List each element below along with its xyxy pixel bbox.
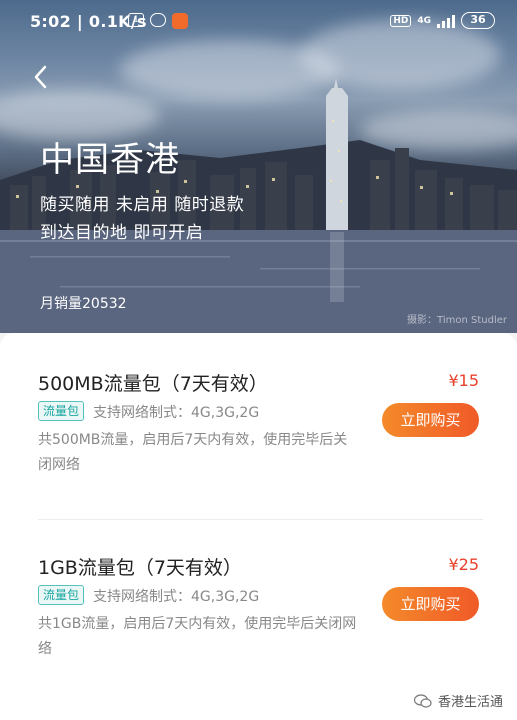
chevron-left-icon: [34, 65, 47, 89]
hero-banner: 5:02 | 0.1K/s 1 HD 4G 36 中国香港 随买随用 未启用 随…: [0, 0, 517, 333]
package-list: 500MB流量包（7天有效） ¥15 流量包 支持网络制式：4G,3G,2G 共…: [0, 333, 517, 720]
photo-credit: 摄影：Timon Studler: [407, 315, 507, 326]
network-support: 支持网络制式：4G,3G,2G: [93, 405, 260, 421]
battery-icon: 36: [461, 12, 495, 29]
data-package-badge: 流量包: [38, 585, 85, 605]
buy-now-button[interactable]: 立即购买: [382, 403, 479, 437]
watermark-label: 香港生活通: [437, 695, 503, 710]
network-support: 支持网络制式：4G,3G,2G: [93, 589, 260, 605]
package-price: ¥25: [448, 555, 479, 574]
hd-icon: HD: [390, 14, 412, 27]
package-item: 500MB流量包（7天有效） ¥15 流量包 支持网络制式：4G,3G,2G 共…: [38, 365, 483, 515]
app-notification-icon: [172, 13, 188, 29]
destination-title: 中国香港: [40, 140, 180, 180]
package-title: 500MB流量包（7天有效）: [38, 373, 268, 395]
signal-icon: [437, 14, 455, 28]
package-description: 共1GB流量，启用后7天内有效，使用完毕后关闭网络: [38, 616, 357, 657]
chat-icon: [150, 13, 166, 27]
watermark: 香港生活通: [413, 691, 503, 710]
status-notification-icons: 1: [128, 13, 188, 29]
status-right: HD 4G 36: [390, 12, 495, 29]
package-price: ¥15: [448, 371, 479, 390]
package-item: 1GB流量包（7天有效） ¥25 流量包 支持网络制式：4G,3G,2G 共1G…: [38, 549, 483, 699]
hero-subtitle: 到达目的地 即可开启: [40, 223, 204, 243]
status-bar: 5:02 | 0.1K/s 1 HD 4G 36: [0, 0, 517, 40]
sim-icon: 1: [128, 13, 144, 27]
package-title: 1GB流量包（7天有效）: [38, 557, 242, 579]
monthly-sales: 月销量20532: [40, 296, 127, 312]
network-type: 4G: [417, 15, 431, 26]
divider: [38, 519, 483, 520]
package-description: 共500MB流量，启用后7天内有效，使用完毕后关闭网络: [38, 432, 348, 473]
hero-subtitle: 随买随用 未启用 随时退款: [40, 195, 245, 215]
back-button[interactable]: [28, 62, 56, 92]
data-package-badge: 流量包: [38, 401, 85, 421]
wechat-icon: [413, 693, 432, 708]
buy-now-button[interactable]: 立即购买: [382, 587, 479, 621]
